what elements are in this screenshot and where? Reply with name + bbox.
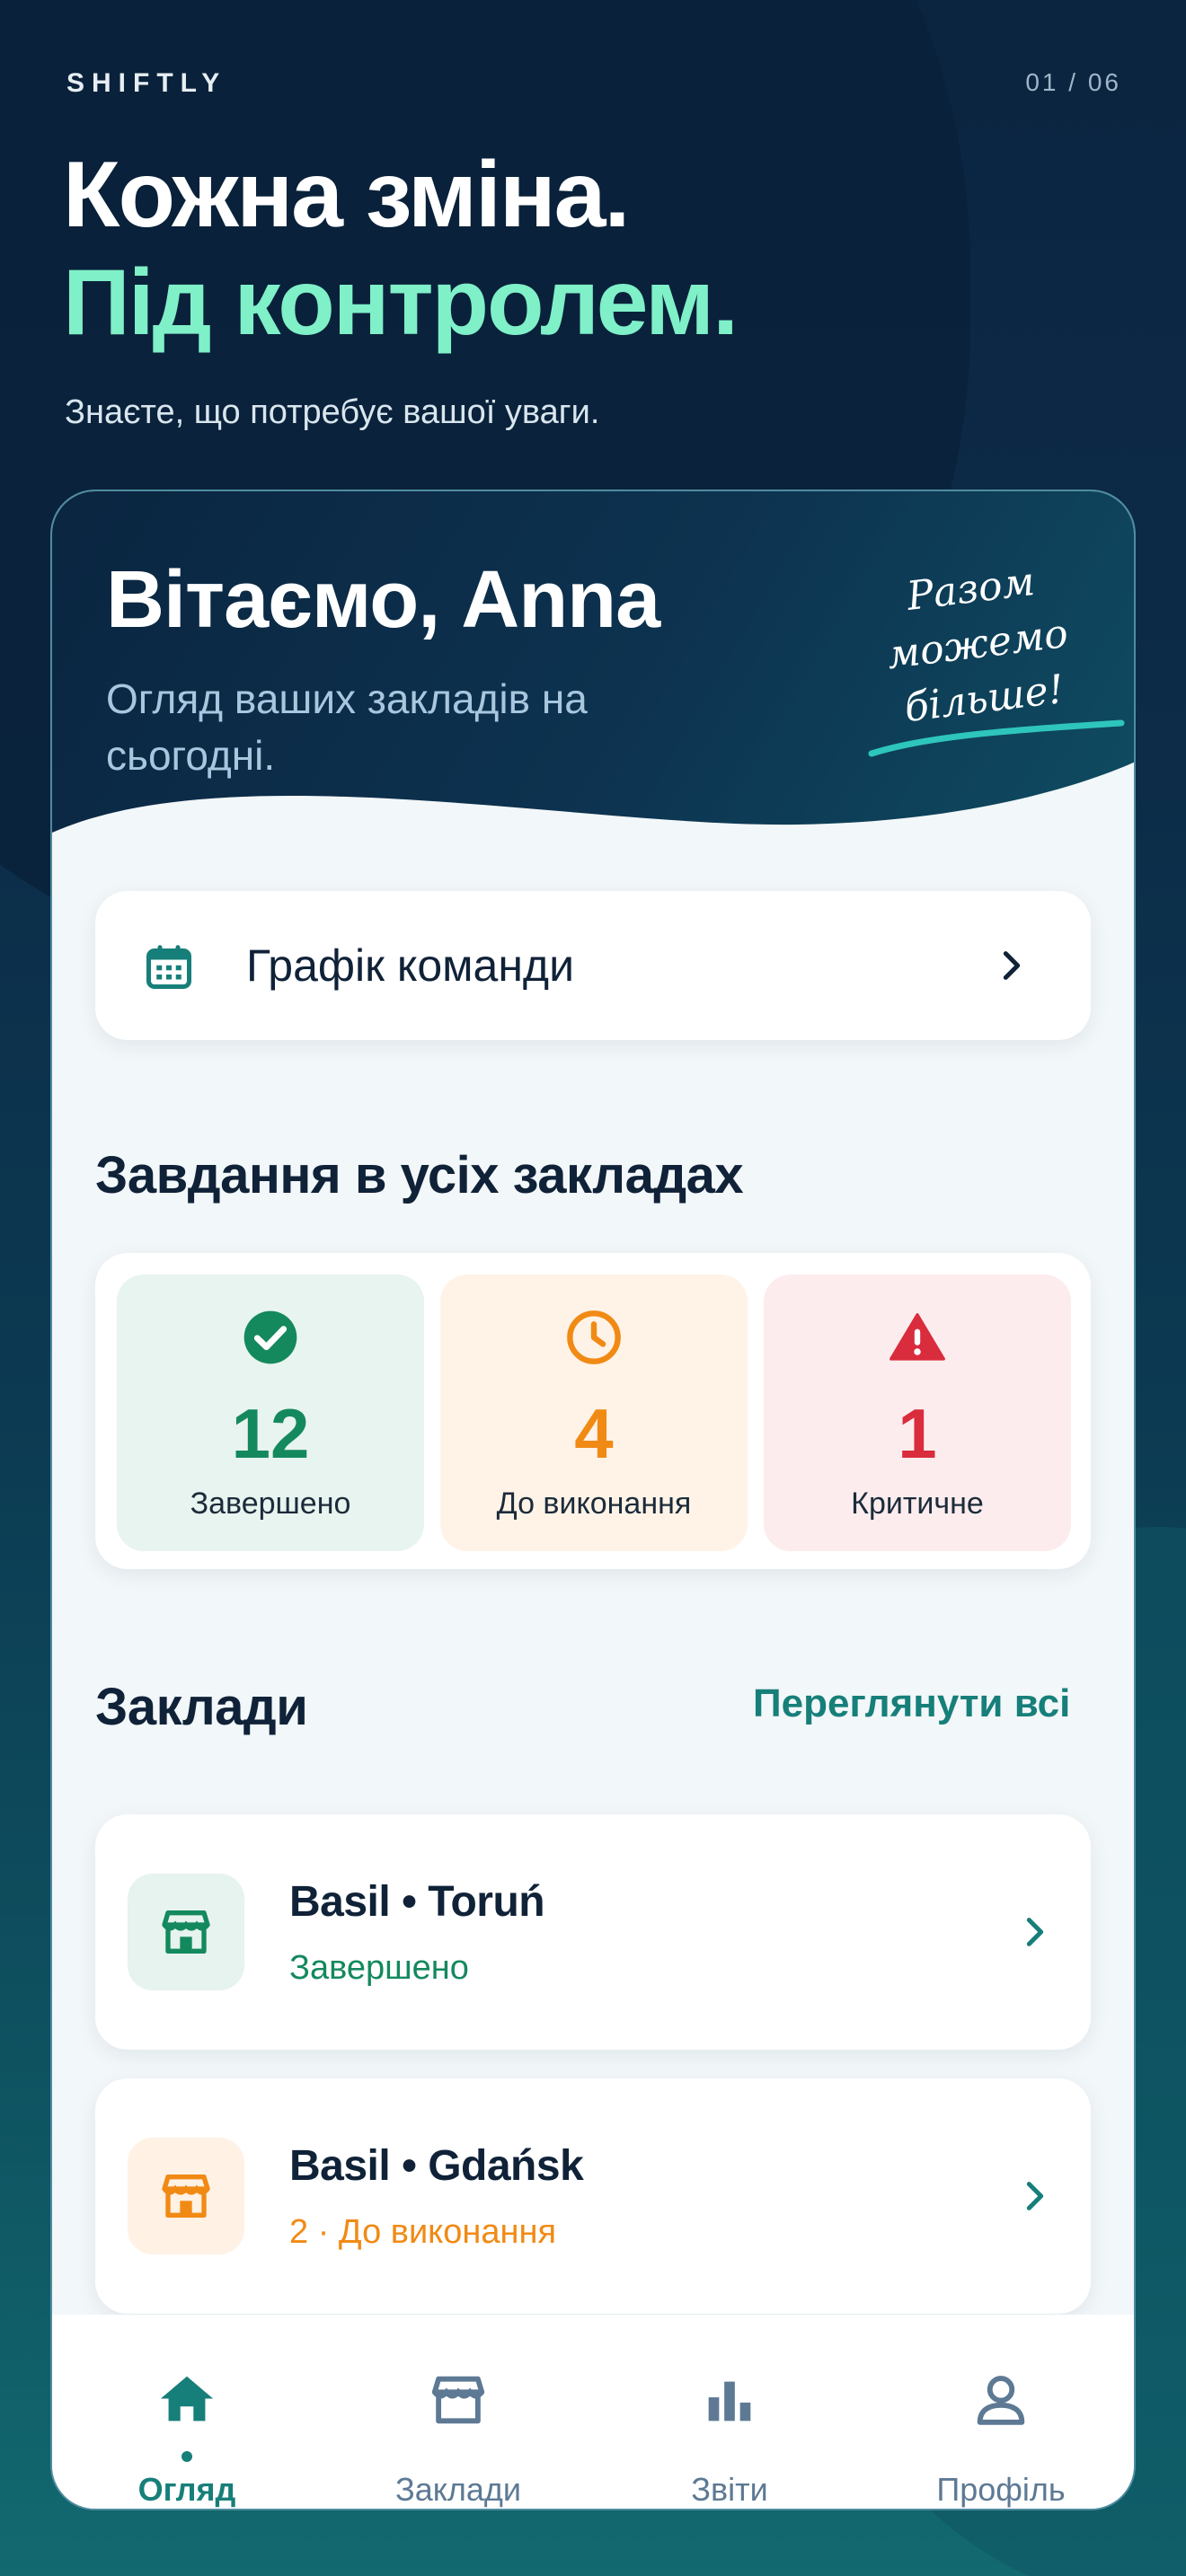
tab-profile[interactable]: Профіль [911,2369,1091,2509]
venue-name: Basil • Toruń [289,1878,545,1926]
app-preview: Вітаємо, Anna Огляд ваших закладів на сь… [50,490,1136,2510]
pending-label: До виконання [496,1486,692,1521]
onboarding-subtitle: Знаєте, що потребує вашої уваги. [65,393,600,431]
venue-item[interactable]: Basil • Toruń Завершено [95,1814,1091,2050]
venues-section-title: Заклади [95,1678,308,1736]
page-indicator: 01 / 06 [1025,68,1121,96]
task-tile-critical[interactable]: 1 Критичне [764,1275,1071,1551]
bar-chart-icon [708,2381,751,2422]
task-summary: 12 Завершено 4 До виконання 1 Критичне [95,1253,1091,1569]
completed-label: Завершено [190,1486,351,1521]
venue-status: 2 · До виконання [289,2213,557,2251]
venue-item[interactable]: Basil • Gdańsk 2 · До виконання [95,2078,1091,2314]
headline-line-1: Кожна зміна. [63,143,630,247]
greeting: Вітаємо, Anna [106,555,660,645]
active-tab-dot [181,2451,192,2462]
chevron-right-icon [1026,2182,1044,2210]
check-circle-icon [243,1310,297,1364]
venue-status: Завершено [289,1949,469,1987]
tab-label: Звіти [691,2471,768,2508]
tab-label: Заклади [394,2471,522,2508]
clock-icon [567,1310,621,1364]
calendar-icon [146,945,191,989]
venue-name: Basil • Gdańsk [289,2142,584,2190]
critical-label: Критичне [851,1486,984,1521]
see-all-venues-link[interactable]: Переглянути всі [753,1681,1112,1726]
store-icon [162,1910,210,1954]
greeting-subtitle: Огляд ваших закладів на сьогодні. [106,675,588,780]
team-schedule-button[interactable]: Графік команди [95,891,1091,1040]
slogan-underline [868,719,1125,757]
pending-count: 4 [574,1394,614,1473]
chevron-right-icon [1003,951,1021,980]
home-icon [160,2376,214,2422]
completed-count: 12 [231,1394,310,1473]
team-schedule-label: Графік команди [246,940,575,991]
tasks-section-title: Завдання в усіх закладах [95,1146,744,1204]
bottom-tab-bar: Огляд Заклади Звіти Профіль [52,2315,1134,2509]
tab-overview[interactable]: Огляд [97,2369,277,2509]
tab-venues[interactable]: Заклади [368,2369,548,2509]
headline-line-2: Під контролем. [63,251,739,355]
store-icon [431,2376,485,2424]
onboarding-screen: SHIFTLY 01 / 06 Кожна зміна. Під контрол… [0,0,1186,2576]
task-tile-completed[interactable]: 12 Завершено [117,1275,424,1551]
critical-count: 1 [898,1394,937,1473]
venue-icon-box [128,2138,244,2254]
store-icon [162,2175,210,2218]
user-icon [977,2376,1025,2425]
warning-icon [890,1313,945,1361]
tab-label: Профіль [936,2471,1066,2508]
chevron-right-icon [1026,1918,1044,1946]
venue-icon-box [128,1874,244,1990]
brand-logo: SHIFTLY [66,68,227,98]
tab-label: Огляд [137,2471,236,2508]
tab-reports[interactable]: Звіти [640,2369,819,2509]
task-tile-pending[interactable]: 4 До виконання [440,1275,748,1551]
